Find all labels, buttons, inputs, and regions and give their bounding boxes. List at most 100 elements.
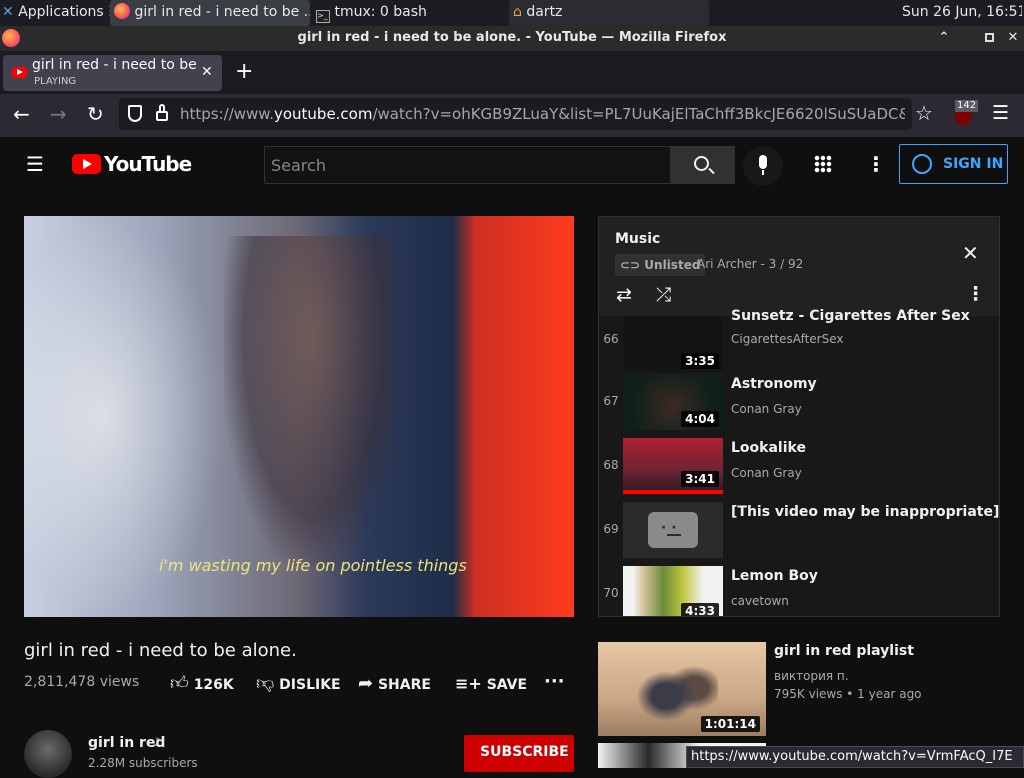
sign-in-label: SIGN IN [943,156,1004,172]
reload-icon[interactable]: ↻ [87,102,104,126]
playlist-item[interactable]: 69 · · [This video may be inappropriate] [599,502,999,566]
duration-badge: 1:01:14 [700,716,760,732]
voice-search-button[interactable] [743,146,783,186]
more-actions-icon[interactable]: ··· [544,671,565,692]
link-status-bar: https://www.youtube.com/watch?v=VrmFAcQ_… [686,746,1024,768]
minimize-icon[interactable]: ⌃ [937,26,951,50]
playlist-item-channel: Conan Gray [731,466,802,480]
playlist-item-channel: CigarettesAfterSex [731,332,844,346]
duration-badge: 4:33 [681,603,719,616]
dislike-button[interactable]: 👎︎ DISLIKE [256,672,341,696]
search-input[interactable]: Search [264,146,671,184]
url-text[interactable]: https://www.youtube.com/watch?v=ohKGB9ZL… [180,98,905,130]
playlist-item[interactable]: 67 4:04 Astronomy Conan Gray [599,374,999,438]
thumbs-down-icon: 👎︎ [256,673,275,694]
share-button[interactable]: ➦ SHARE [358,672,431,696]
thumbs-up-icon: 👍︎ [170,673,189,694]
applications-menu[interactable]: ✕ Applications ☰ [2,0,114,26]
channel-avatar[interactable] [24,730,72,778]
recommended-meta: 795K views • 1 year ago [774,687,922,701]
subscribe-button[interactable]: SUBSCRIBE [464,735,574,772]
watch-progress-bar [623,490,723,494]
playlist-item[interactable]: 70 4:33 Lemon Boy cavetown [599,566,999,616]
save-label: SAVE [486,677,528,693]
guide-menu-icon[interactable]: ☰ [26,152,44,176]
recommended-title: girl in red playlist [774,643,914,659]
tracking-shield-icon[interactable] [128,105,142,122]
apps-grid-icon[interactable] [814,155,832,173]
close-playlist-icon[interactable]: ✕ [962,241,979,265]
playlist-item-index: 68 [603,458,619,472]
like-button[interactable]: 👍︎ 126K [170,672,234,696]
taskbar-item-label: tmux: 0 bash [334,4,427,20]
playlist-item-current[interactable]: 68 3:41 Lookalike Conan Gray [599,438,999,502]
window-title: girl in red - i need to be alone. - YouT… [297,30,727,45]
home-folder-icon: ⌂ [513,4,522,20]
link-icon: ⊂⊃ [620,258,641,272]
lock-shackle-icon [159,104,165,112]
browser-tab-active[interactable]: girl in red - i need to be a PLAYING ✕ [3,55,222,91]
playlist-item-thumbnail: 4:33 [623,566,723,616]
share-icon: ➦ [358,673,374,694]
save-button[interactable]: ≡+ SAVE [455,672,527,696]
playlist-menu-icon[interactable]: ⋮ [966,283,985,305]
new-tab-icon[interactable]: + [235,59,253,84]
applications-label: Applications [18,4,104,20]
tab-playing-label: PLAYING [34,76,77,87]
search-icon [694,156,709,171]
music-note-icon: ♪ [153,735,161,749]
bookmark-star-icon[interactable]: ☆ [915,101,933,125]
search-placeholder: Search [271,156,326,175]
url-bar[interactable]: https://www.youtube.com/watch?v=ohKGB9ZL… [119,98,912,130]
search-button[interactable] [671,146,735,184]
playlist-item-index: 66 [603,332,619,346]
recommended-thumbnail: 1:01:14 [598,642,766,736]
unlisted-label: Unlisted [644,258,701,272]
forward-icon[interactable]: → [50,102,67,126]
playlist-item[interactable]: 66 3:35 Sunsetz - Cigarettes After Sex C… [599,308,999,376]
tab-strip: girl in red - i need to be a PLAYING ✕ + [0,51,1024,94]
sign-in-button[interactable]: SIGN IN [899,144,1008,184]
playlist-item-index: 70 [603,586,619,600]
playlist-item-thumbnail: 3:35 [623,316,723,372]
taskbar-item-label: girl in red - i need to be ... [134,4,310,20]
account-icon [912,154,932,174]
playlist-header: Music ⊂⊃ Unlisted Ari Archer - 3 / 92 ✕ … [599,217,999,316]
lock-icon[interactable] [156,111,168,121]
back-icon[interactable]: ← [13,102,30,126]
close-window-icon[interactable]: ✕ [1006,26,1020,50]
menu-hamburger-icon[interactable]: ☰ [992,102,1009,124]
taskbar-item-firefox[interactable]: girl in red - i need to be ... [110,0,310,26]
playlist-item-thumbnail: 4:04 [623,374,723,430]
taskbar-item-home[interactable]: ⌂ dartz [509,0,709,26]
microphone-stand [762,170,764,175]
playlist-item-channel: Conan Gray [731,402,802,416]
view-count: 2,811,478 views [24,674,140,690]
video-subtitle: i'm wasting my life on pointless things [159,556,467,575]
loop-icon[interactable]: ⇄ [616,284,632,306]
video-player[interactable]: i'm wasting my life on pointless things [24,216,574,617]
playlist-item-title: Sunsetz - Cigarettes After Sex [731,308,970,324]
firefox-window-icon [2,29,20,47]
settings-more-icon[interactable]: ⋮ [866,152,886,176]
close-tab-icon[interactable]: ✕ [201,64,213,80]
playlist-item-index: 69 [603,522,619,536]
panel-clock[interactable]: Sun 26 Jun, 16:51 [902,0,1022,26]
recommended-video[interactable]: 1:01:14 girl in red playlist виктория п.… [598,642,1008,736]
subscribe-label: SUBSCRIBE [480,744,569,760]
taskbar-item-terminal[interactable]: >_ tmux: 0 bash [312,0,507,26]
unlisted-badge: ⊂⊃ Unlisted [615,254,706,276]
tab-title: girl in red - i need to be a [32,57,198,73]
video-figure [224,236,404,566]
playlist-item-index: 67 [603,394,619,408]
playlist-title[interactable]: Music [615,231,660,247]
maximize-icon[interactable] [985,33,994,42]
microphone-icon [759,155,767,169]
playlist-item-title: Lemon Boy [731,568,818,584]
duration-badge: 4:04 [681,411,719,427]
desktop-panel: ✕ Applications ☰ girl in red - i need to… [0,0,1024,26]
url-host: youtube.com [273,105,373,123]
shuffle-icon[interactable]: ⤮ [656,284,671,306]
window-titlebar[interactable]: girl in red - i need to be alone. - YouT… [0,26,1024,51]
sad-screen-mouth [667,534,681,536]
